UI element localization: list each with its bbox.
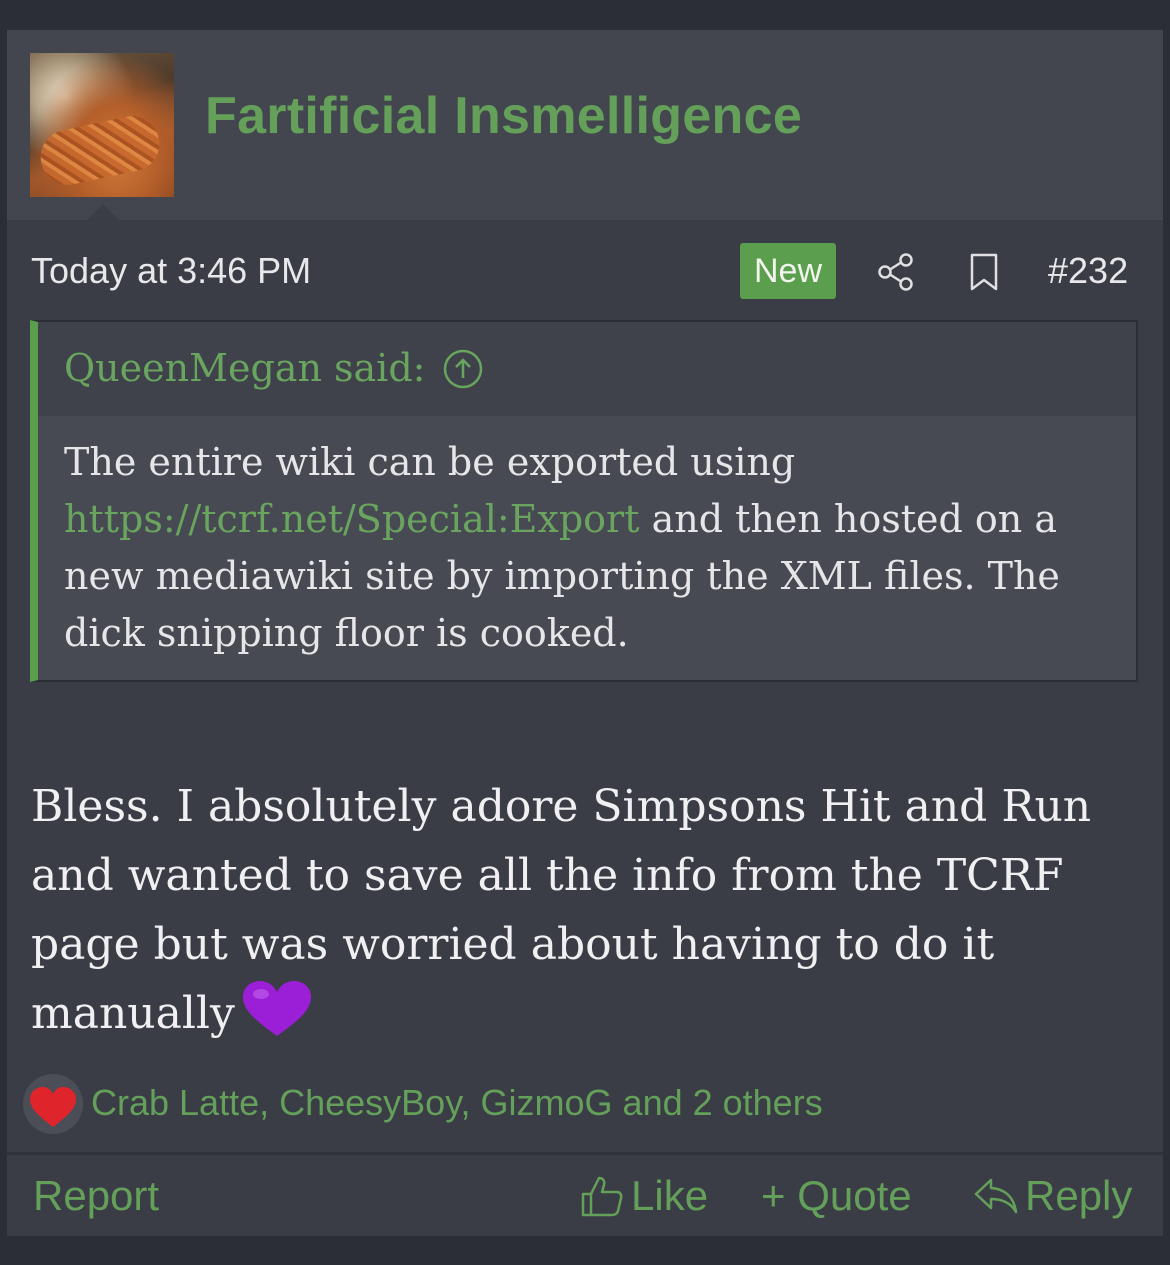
heart-reaction-icon	[30, 1087, 76, 1127]
post-header: Fartificial Insmelligence	[7, 30, 1163, 220]
thumbs-up-icon	[581, 1176, 623, 1217]
post-meta: Today at 3:46 PM New #232	[7, 240, 1163, 300]
purple-heart-emoji	[242, 981, 311, 1036]
arrow-up-circle-icon[interactable]	[442, 348, 484, 390]
message-last-text: manually	[31, 988, 235, 1039]
post-number-link[interactable]: #232	[1048, 250, 1128, 292]
quote-attribution[interactable]: QueenMegan said:	[64, 346, 425, 390]
quote-button[interactable]: + Quote	[761, 1172, 912, 1220]
message-line: manually	[31, 979, 1131, 1048]
reply-arrow-icon	[974, 1178, 1018, 1214]
header-pointer	[87, 204, 119, 220]
message-line: page but was worried about having to do …	[31, 919, 995, 970]
message-body: Bless. I absolutely adore Simpsons Hit a…	[31, 772, 1131, 1048]
post-date[interactable]: Today at 3:46 PM	[31, 250, 311, 292]
quote-block: QueenMegan said: The entire wiki can be …	[30, 320, 1138, 682]
quote-line: new mediawiki site by importing the XML …	[64, 554, 1060, 598]
reactions-bar[interactable]: Crab Latte, CheesyBoy, GizmoG and 2 othe…	[23, 1072, 1143, 1136]
quote-line: https://tcrf.net/Special:Export and then…	[64, 491, 1104, 548]
quote-line: The entire wiki can be exported using	[64, 440, 796, 484]
export-link[interactable]: https://tcrf.net/Special:Export	[64, 497, 640, 541]
report-label: Report	[33, 1172, 160, 1219]
forum-post: Fartificial Insmelligence Today at 3:46 …	[7, 30, 1163, 1236]
like-button[interactable]: Like	[579, 1172, 708, 1220]
avatar[interactable]	[30, 53, 174, 197]
quote-header: QueenMegan said:	[38, 322, 1136, 416]
reply-button[interactable]: Reply	[973, 1172, 1132, 1220]
post-actions: Report Like + Quote Reply	[7, 1160, 1163, 1236]
bookmark-icon[interactable]	[968, 252, 1000, 292]
quote-label: + Quote	[761, 1172, 912, 1219]
reaction-users[interactable]: Crab Latte, CheesyBoy, GizmoG and 2 othe…	[91, 1082, 823, 1124]
report-button[interactable]: Report	[33, 1172, 159, 1220]
avatar-image-detail	[35, 111, 165, 190]
quote-text: The entire wiki can be exported using ht…	[64, 434, 1104, 662]
reply-label: Reply	[1025, 1172, 1133, 1219]
message-line: and wanted to save all the info from the…	[31, 850, 1064, 901]
username[interactable]: Fartificial Insmelligence	[205, 86, 802, 146]
quote-line-rest: and then hosted on a	[639, 497, 1057, 541]
quote-line: dick snipping floor is cooked.	[64, 611, 629, 655]
reaction-badge[interactable]	[23, 1074, 83, 1134]
message-line: Bless. I absolutely adore Simpsons Hit a…	[31, 781, 1092, 832]
like-label: Like	[631, 1172, 709, 1219]
new-badge: New	[740, 243, 836, 299]
share-icon[interactable]	[876, 252, 916, 292]
footer-divider	[7, 1152, 1163, 1155]
